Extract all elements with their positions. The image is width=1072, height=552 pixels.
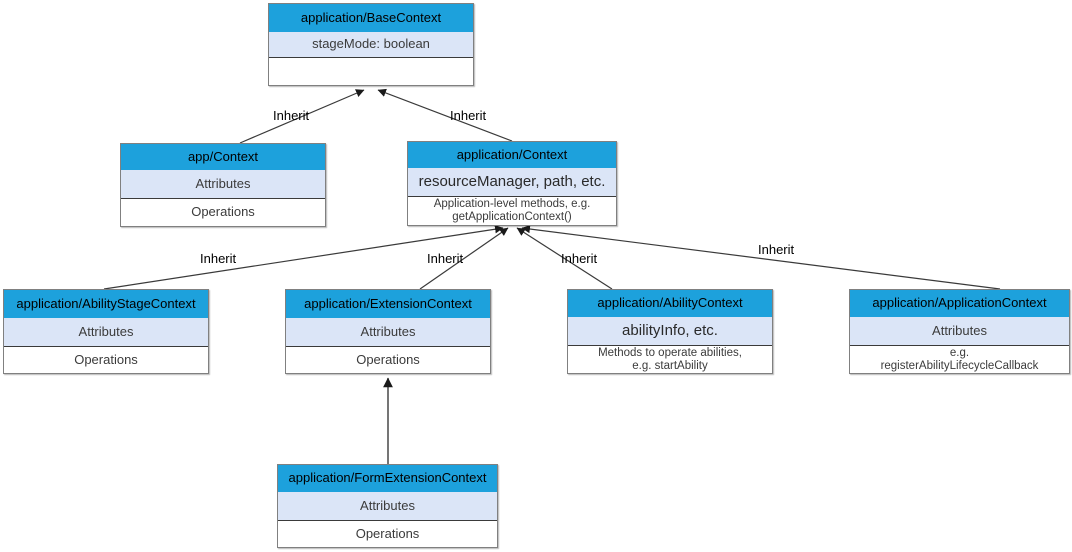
class-attributes-application-context: Attributes — [850, 317, 1069, 345]
edge-label-ability-to-context: Inherit — [561, 251, 598, 266]
class-attributes-ability-context: abilityInfo, etc. — [568, 317, 772, 345]
class-attributes-ability-stage-context: Attributes — [4, 318, 208, 346]
class-box-ability-stage-context[interactable]: application/AbilityStageContext Attribut… — [3, 289, 209, 374]
class-attributes-base-context: stageMode: boolean — [269, 32, 473, 57]
edge-label-app-context-to-base: Inherit — [273, 108, 310, 123]
class-operations-extension-context: Operations — [286, 346, 490, 373]
class-attributes-app-context: Attributes — [121, 170, 325, 198]
operations-line-2: getApplicationContext() — [452, 211, 572, 223]
operations-line-2: e.g. startAbility — [632, 359, 708, 372]
class-operations-ability-context: Methods to operate abilities, e.g. start… — [568, 345, 772, 373]
class-name-app-context: app/Context — [121, 144, 325, 170]
class-name-application-context-class: application/Context — [408, 142, 616, 168]
operations-line-1: e.g. — [949, 346, 970, 359]
class-name-form-extension-context: application/FormExtensionContext — [278, 465, 497, 492]
class-operations-application-context-class: Application-level methods, e.g. getAppli… — [408, 196, 616, 225]
class-name-ability-stage-context: application/AbilityStageContext — [4, 290, 208, 318]
class-operations-app-context: Operations — [121, 198, 325, 226]
class-attributes-extension-context: Attributes — [286, 318, 490, 346]
uml-diagram-canvas: application/BaseContext stageMode: boole… — [0, 0, 1072, 552]
class-box-form-extension-context[interactable]: application/FormExtensionContext Attribu… — [277, 464, 498, 548]
class-name-base-context: application/BaseContext — [269, 4, 473, 32]
class-attributes-application-context-class: resourceManager, path, etc. — [408, 168, 616, 196]
class-box-base-context[interactable]: application/BaseContext stageMode: boole… — [268, 3, 474, 86]
class-attributes-form-extension-context: Attributes — [278, 492, 497, 520]
operations-line-1: Methods to operate abilities, — [598, 346, 742, 359]
class-name-ability-context: application/AbilityContext — [568, 290, 772, 317]
edge-label-ability-stage-to-context: Inherit — [200, 251, 237, 266]
class-box-app-context[interactable]: app/Context Attributes Operations — [120, 143, 326, 227]
class-name-extension-context: application/ExtensionContext — [286, 290, 490, 318]
class-box-ability-context[interactable]: application/AbilityContext abilityInfo, … — [567, 289, 773, 374]
operations-line-1: Application-level methods, e.g. — [433, 198, 591, 211]
edge-application-context-to-base — [377, 88, 513, 142]
class-box-application-context[interactable]: application/ApplicationContext Attribute… — [849, 289, 1070, 374]
class-box-application-context-class[interactable]: application/Context resourceManager, pat… — [407, 141, 617, 226]
edge-label-application-context-to-base: Inherit — [450, 108, 487, 123]
class-operations-form-extension-context: Operations — [278, 520, 497, 547]
edge-label-application-to-context: Inherit — [758, 242, 795, 257]
edge-label-extension-to-context: Inherit — [427, 251, 464, 266]
class-operations-application-context: e.g. registerAbilityLifecycleCallback — [850, 345, 1069, 373]
operations-line-2: registerAbilityLifecycleCallback — [880, 359, 1039, 372]
class-name-application-context: application/ApplicationContext — [850, 290, 1069, 317]
class-box-extension-context[interactable]: application/ExtensionContext Attributes … — [285, 289, 491, 374]
class-operations-ability-stage-context: Operations — [4, 346, 208, 373]
inheritance-edges — [103, 88, 1001, 464]
class-operations-base-context — [269, 57, 473, 85]
